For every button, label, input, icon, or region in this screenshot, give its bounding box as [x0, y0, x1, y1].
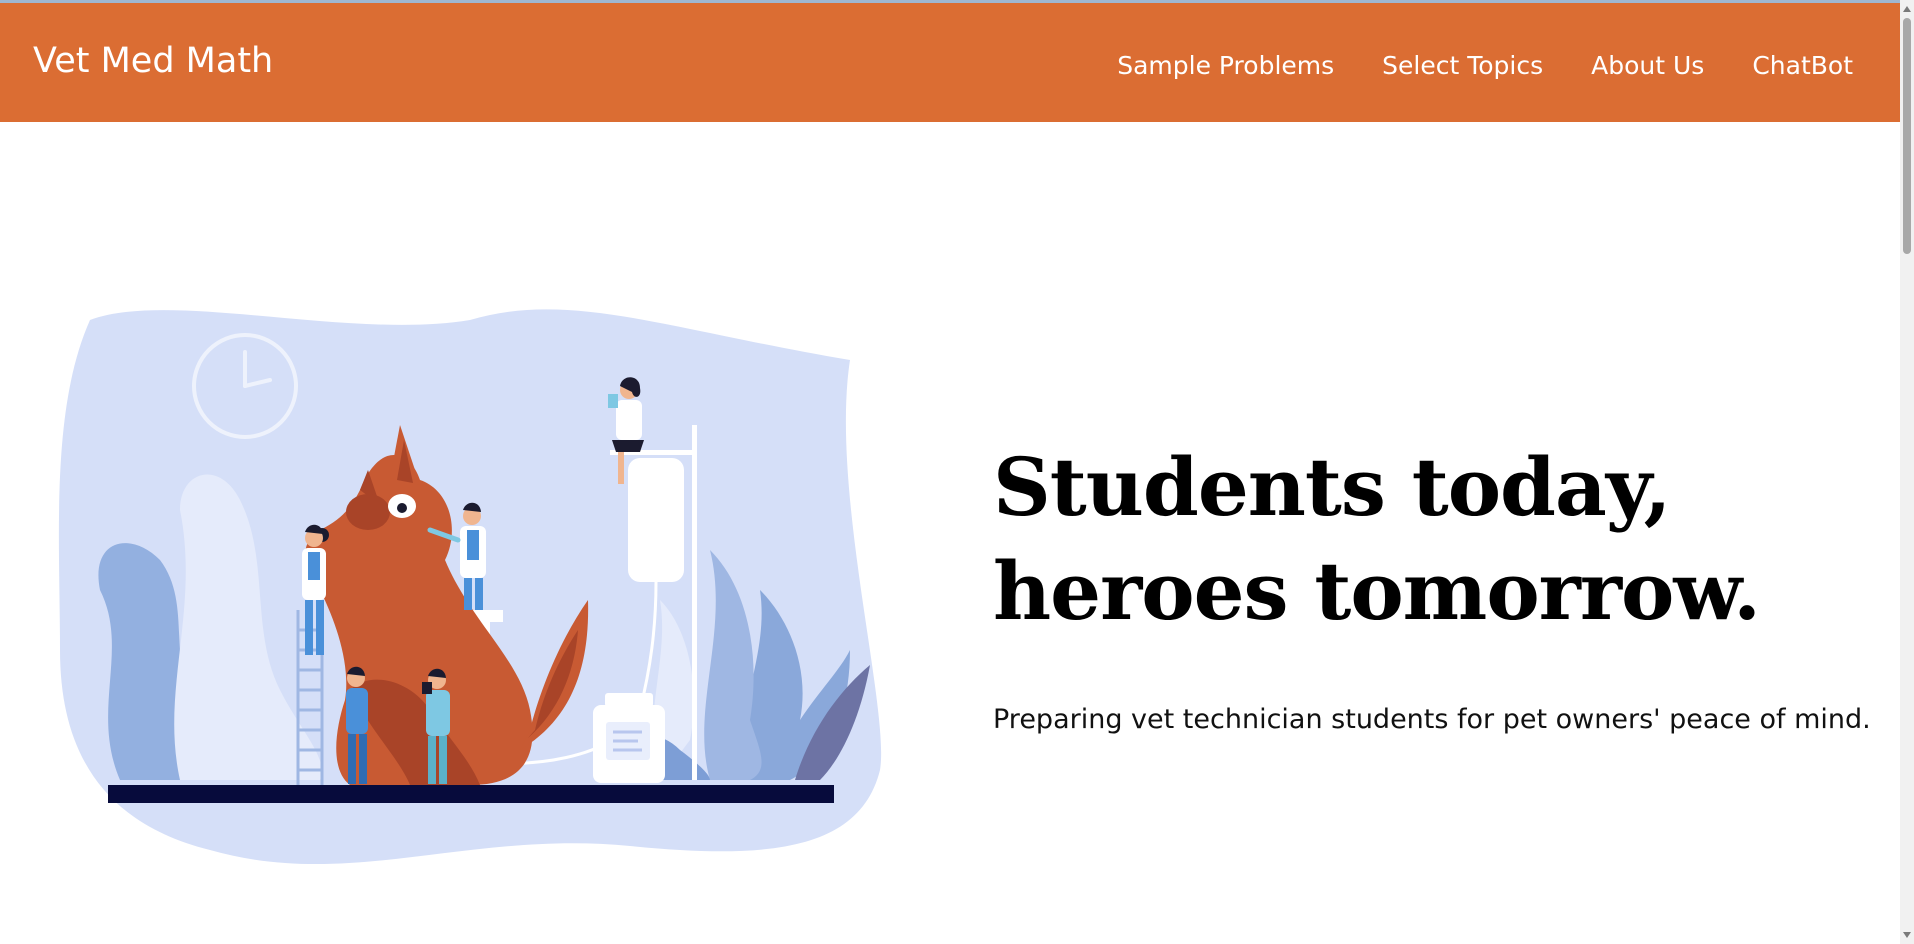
floor: [108, 785, 834, 803]
vet-hero-illustration: [58, 309, 882, 865]
nav-link-about-us[interactable]: About Us: [1591, 51, 1704, 80]
page-scrollbar[interactable]: [1900, 0, 1914, 944]
nav-link-select-topics[interactable]: Select Topics: [1382, 51, 1543, 80]
hero-headline: Students today, heroes tomorrow.: [993, 435, 1873, 643]
hero-headline-line-2: heroes tomorrow.: [993, 544, 1761, 638]
scroll-up-arrow-icon[interactable]: [1903, 6, 1911, 12]
brand-link[interactable]: Vet Med Math: [33, 41, 273, 81]
nav-link-chatbot[interactable]: ChatBot: [1752, 51, 1853, 80]
scroll-down-arrow-icon[interactable]: [1903, 932, 1911, 938]
iv-bag: [628, 458, 684, 582]
scroll-thumb[interactable]: [1903, 18, 1911, 254]
navbar: Vet Med Math Sample Problems Select Topi…: [0, 3, 1900, 122]
page: Vet Med Math Sample Problems Select Topi…: [0, 0, 1914, 944]
hero-tagline: Preparing vet technician students for pe…: [993, 704, 1871, 735]
hero-headline-line-1: Students today,: [993, 440, 1671, 534]
nav-links: Sample Problems Select Topics About Us C…: [1117, 51, 1853, 80]
nav-link-sample-problems[interactable]: Sample Problems: [1117, 51, 1334, 80]
iv-pole: [692, 425, 697, 780]
hero-text: Students today, heroes tomorrow.: [993, 435, 1873, 643]
